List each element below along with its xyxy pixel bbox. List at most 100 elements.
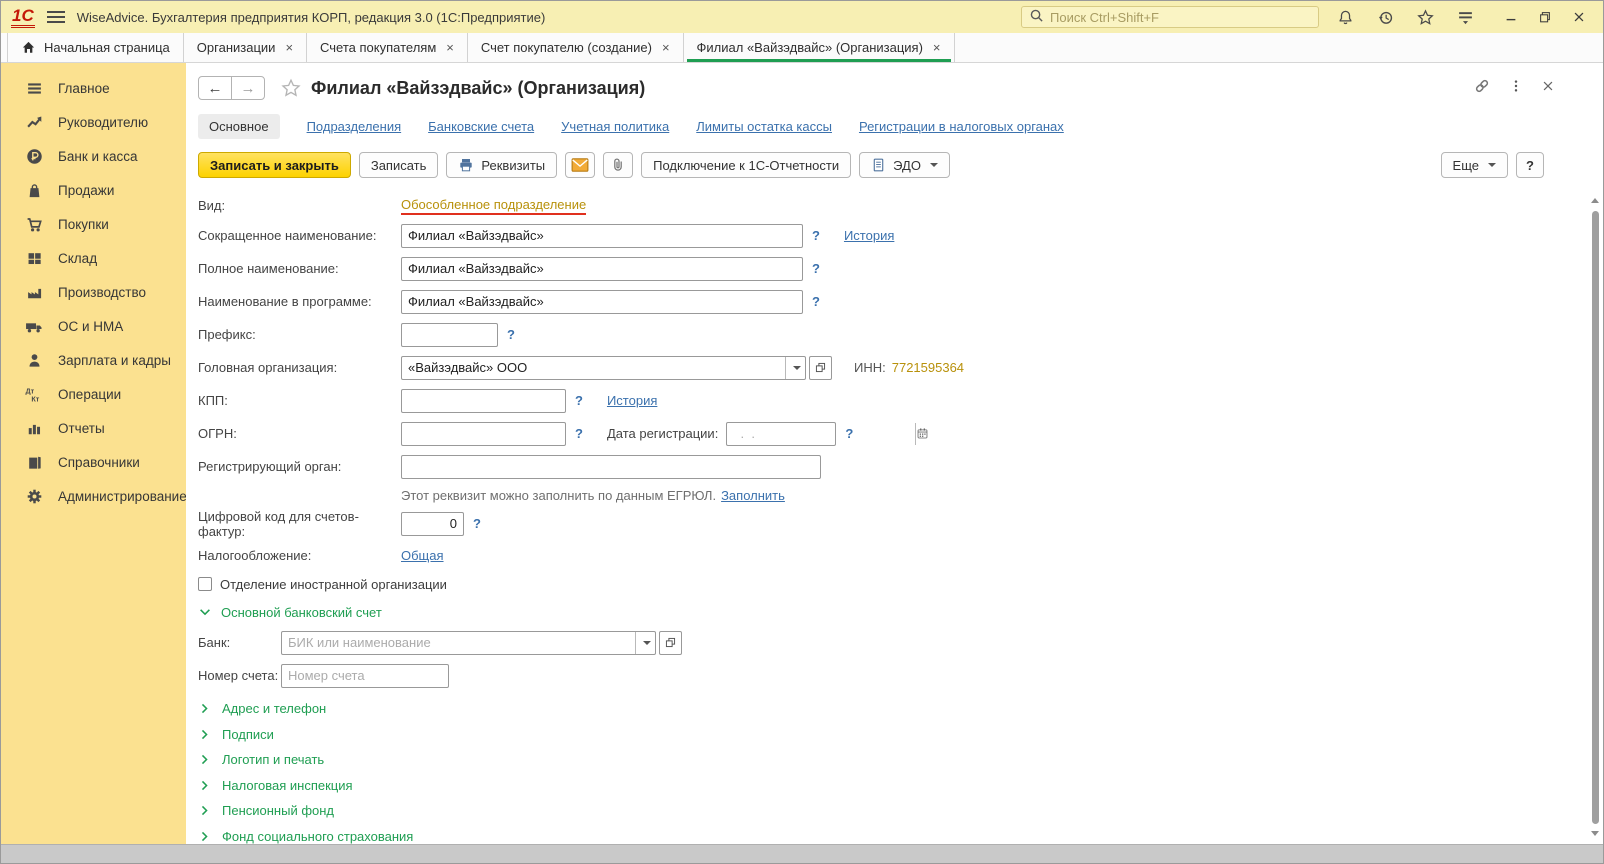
window-tab-customer-invoices[interactable]: Счета покупателям × [307, 33, 468, 62]
short-name-history-link[interactable]: История [844, 228, 894, 243]
sidebar-item-main[interactable]: Главное [1, 71, 186, 105]
add-favorite-button[interactable] [281, 78, 301, 98]
window-tab-customer-invoice-new[interactable]: Счет покупателю (создание) × [468, 33, 684, 62]
nav-accounting-policy[interactable]: Учетная политика [561, 119, 669, 134]
egrul-fill-link[interactable]: Заполнить [721, 488, 785, 503]
nav-cash-limits[interactable]: Лимиты остатка кассы [696, 119, 832, 134]
save-close-button[interactable]: Записать и закрыть [198, 152, 351, 178]
section-tax-inspection[interactable]: Налоговая инспекция [198, 773, 1603, 799]
tax-system-link[interactable]: Общая [401, 548, 444, 563]
vertical-scrollbar[interactable] [1590, 197, 1600, 838]
short-name-input[interactable] [401, 223, 803, 248]
foreign-org-checkbox[interactable] [198, 577, 212, 591]
edo-button[interactable]: ЭДО [859, 152, 950, 178]
sidebar-item-bank-cash[interactable]: Банк и касса [1, 139, 186, 173]
functions-menu-button[interactable] [1451, 4, 1479, 30]
section-signatures[interactable]: Подписи [198, 722, 1603, 748]
sidebar-item-sales[interactable]: Продажи [1, 173, 186, 207]
minimize-button[interactable] [1497, 4, 1525, 30]
window-tab-home[interactable]: Начальная страница [7, 33, 184, 62]
notifications-button[interactable] [1331, 4, 1359, 30]
program-name-label: Наименование в программе: [198, 294, 372, 309]
nav-bank-accounts[interactable]: Банковские счета [428, 119, 534, 134]
sidebar-item-administration[interactable]: Администрирование [1, 479, 187, 513]
sidebar-item-payroll-hr[interactable]: Зарплата и кадры [1, 343, 186, 377]
tab-close-icon[interactable]: × [662, 41, 670, 54]
history-button[interactable] [1371, 4, 1399, 30]
section-address-phone[interactable]: Адрес и телефон [198, 696, 1603, 722]
help-icon[interactable]: ? [575, 393, 583, 408]
full-name-input[interactable] [401, 256, 803, 281]
close-window-button[interactable] [1565, 4, 1593, 30]
scroll-thumb[interactable] [1591, 211, 1599, 824]
search-input[interactable] [1050, 9, 1311, 25]
digit-code-input[interactable] [401, 511, 464, 536]
section-label: Пенсионный фонд [222, 803, 335, 819]
vid-value-link[interactable]: Обособленное подразделение [401, 197, 587, 215]
prefix-input[interactable] [401, 322, 498, 347]
bank-input[interactable] [282, 631, 635, 654]
scroll-down-button[interactable] [1591, 830, 1599, 838]
sidebar-item-directories[interactable]: Справочники [1, 445, 186, 479]
help-icon[interactable]: ? [473, 516, 481, 531]
head-org-dropdown-button[interactable] [785, 356, 805, 379]
scroll-up-button[interactable] [1591, 197, 1599, 205]
section-logo-seal[interactable]: Логотип и печать [198, 747, 1603, 773]
close-icon [1574, 12, 1584, 22]
bank-dropdown-button[interactable] [635, 631, 655, 654]
help-icon[interactable]: ? [575, 426, 583, 441]
head-org-open-button[interactable] [809, 355, 832, 380]
close-form-button[interactable] [1541, 79, 1555, 93]
sidebar-item-manager[interactable]: Руководителю [1, 105, 186, 139]
factory-icon [27, 288, 41, 298]
head-org-input[interactable] [402, 356, 785, 379]
kpp-input[interactable] [401, 388, 566, 413]
reg-date-input[interactable] [727, 422, 916, 445]
more-button[interactable]: Еще [1440, 152, 1508, 178]
requisites-button[interactable]: Реквизиты [446, 152, 558, 178]
save-button[interactable]: Записать [358, 152, 439, 178]
tab-close-icon[interactable]: × [446, 41, 454, 54]
sidebar-item-operations[interactable]: Дт Кт Операции [1, 377, 186, 411]
nav-main[interactable]: Основное [198, 113, 280, 139]
help-icon[interactable]: ? [507, 327, 515, 342]
forward-button[interactable]: → [231, 76, 265, 100]
back-button[interactable]: ← [198, 76, 232, 100]
sidebar-item-production[interactable]: Производство [1, 275, 186, 309]
global-search[interactable] [1021, 6, 1319, 28]
bank-section-header[interactable]: Основной банковский счет [198, 598, 1603, 626]
help-icon[interactable]: ? [845, 426, 853, 441]
sidebar-item-fixed-assets[interactable]: ОС и НМА [1, 309, 186, 343]
tab-close-icon[interactable]: × [933, 41, 941, 54]
sidebar-item-purchases[interactable]: Покупки [1, 207, 186, 241]
help-icon[interactable]: ? [812, 294, 820, 309]
send-mail-button[interactable] [565, 152, 596, 178]
help-button[interactable]: ? [1516, 152, 1544, 178]
help-icon[interactable]: ? [812, 228, 820, 243]
ogrn-input[interactable] [401, 421, 566, 446]
favorites-button[interactable] [1411, 4, 1439, 30]
attach-file-button[interactable] [603, 152, 634, 178]
sidebar-item-label: Руководителю [58, 114, 149, 130]
kpp-history-link[interactable]: История [607, 393, 657, 408]
sidebar-item-reports[interactable]: Отчеты [1, 411, 186, 445]
help-icon[interactable]: ? [812, 261, 820, 276]
more-actions-button[interactable] [1509, 78, 1523, 94]
program-name-input[interactable] [401, 289, 803, 314]
bank-open-button[interactable] [659, 630, 682, 655]
section-pension-fund[interactable]: Пенсионный фонд [198, 798, 1603, 824]
tab-close-icon[interactable]: × [285, 41, 293, 54]
main-menu-button[interactable] [46, 11, 65, 23]
nav-departments[interactable]: Подразделения [307, 119, 402, 134]
connect-1c-reporting-button[interactable]: Подключение к 1С-Отчетности [641, 152, 852, 178]
reg-organ-input[interactable] [401, 454, 821, 479]
reg-date-calendar-button[interactable] [915, 422, 929, 445]
sidebar-item-label: Покупки [58, 216, 109, 232]
restore-button[interactable] [1531, 4, 1559, 30]
copy-link-button[interactable] [1473, 77, 1491, 95]
window-tab-organizations[interactable]: Организации × [184, 33, 308, 62]
sidebar-item-warehouse[interactable]: Склад [1, 241, 186, 275]
window-tab-branch-org[interactable]: Филиал «Вайзэдвайс» (Организация) × [684, 33, 955, 62]
account-input[interactable] [281, 663, 449, 688]
nav-tax-registrations[interactable]: Регистрации в налоговых органах [859, 119, 1064, 134]
